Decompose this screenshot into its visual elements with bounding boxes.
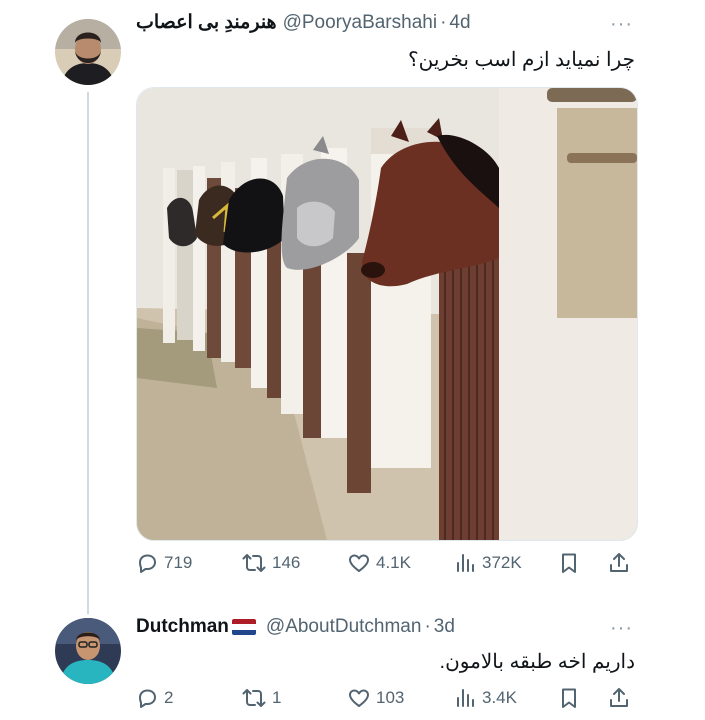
heart-icon (349, 554, 369, 572)
retweet-icon (242, 689, 266, 707)
retweet-count: 1 (272, 688, 282, 707)
reply-header: Dutchman @AboutDutchman · 3d (136, 615, 455, 639)
like-button[interactable]: 4.1K (347, 548, 411, 578)
reply-timestamp[interactable]: 3d (434, 615, 455, 639)
comment-icon (139, 689, 156, 708)
view-count: 372K (482, 553, 522, 572)
retweet-count: 146 (272, 553, 301, 572)
reply-author-handle[interactable]: @AboutDutchman (266, 615, 422, 639)
more-options-icon[interactable]: ··· (610, 618, 633, 638)
analytics-icon (457, 689, 474, 707)
view-count: 3.4K (482, 688, 517, 707)
netherlands-flag-icon (231, 619, 256, 635)
tweet-header: هنرمندِ بی اعصاب @PooryaBarshahi · 4d (136, 11, 471, 35)
separator-dot: · (440, 12, 447, 33)
bookmark-button[interactable] (557, 683, 581, 713)
avatar[interactable] (55, 19, 121, 85)
author-handle[interactable]: @PooryaBarshahi (283, 11, 437, 35)
timestamp[interactable]: 4d (449, 11, 470, 35)
tweet-image[interactable] (136, 87, 638, 541)
reply-button[interactable]: 2 (135, 683, 173, 713)
analytics-icon (457, 554, 474, 572)
share-icon (610, 688, 628, 707)
share-button[interactable] (607, 548, 631, 578)
retweet-button[interactable]: 146 (241, 548, 300, 578)
reply-button[interactable]: 719 (135, 548, 192, 578)
bookmark-icon (562, 688, 576, 708)
comment-icon (139, 554, 156, 573)
author-name[interactable]: هنرمندِ بی اعصاب (136, 11, 277, 35)
bookmark-button[interactable] (557, 548, 581, 578)
reply-count: 2 (164, 688, 174, 707)
reply-avatar[interactable] (55, 618, 121, 684)
thread-line (87, 92, 89, 614)
tweet-actions: 719 146 4.1K 372K (135, 548, 635, 578)
reply-count: 719 (164, 553, 193, 572)
views-button[interactable]: 372K (453, 548, 522, 578)
heart-icon (349, 689, 369, 707)
retweet-button[interactable]: 1 (241, 683, 281, 713)
like-button[interactable]: 103 (347, 683, 404, 713)
share-icon (610, 553, 628, 572)
like-count: 103 (376, 688, 405, 707)
share-button[interactable] (607, 683, 631, 713)
views-button[interactable]: 3.4K (453, 683, 517, 713)
retweet-icon (242, 554, 266, 572)
reply-actions: 2 1 103 3.4K (135, 683, 635, 713)
tweet-text: چرا نمیاید ازم اسب بخرین؟ (408, 49, 635, 71)
reply-author-name[interactable]: Dutchman (136, 615, 229, 639)
reply-text: داریم اخه طبقه بالامون. (439, 651, 635, 673)
bookmark-icon (562, 553, 576, 573)
horse-stable-photo (137, 88, 637, 540)
separator-dot: · (424, 616, 431, 637)
more-options-icon[interactable]: ··· (610, 14, 633, 34)
like-count: 4.1K (376, 553, 411, 572)
